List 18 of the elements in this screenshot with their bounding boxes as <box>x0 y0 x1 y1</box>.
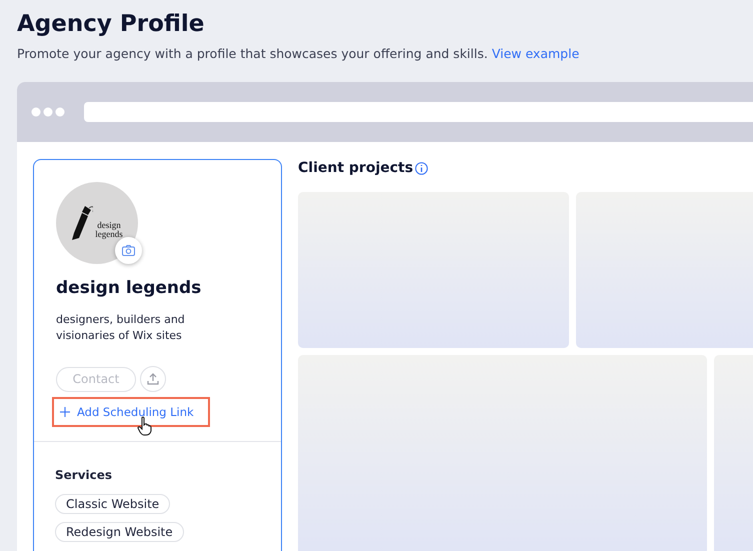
service-tag: Classic Website <box>55 494 170 514</box>
info-icon <box>415 162 428 174</box>
page-subtitle: Promote your agency with a profile that showcases your offering and skills. View example <box>17 45 580 63</box>
agency-logo: design legends <box>56 182 138 264</box>
share-button[interactable] <box>140 366 166 392</box>
add-scheduling-link-button[interactable]: Add Scheduling Link <box>52 397 210 427</box>
agency-description: designers, builders and visionaries of Wix sites <box>56 312 186 344</box>
camera-button[interactable] <box>115 237 142 264</box>
camera-icon <box>122 245 135 256</box>
agency-name: design legends <box>56 278 202 298</box>
page-title: Agency Profile <box>17 10 206 39</box>
dots-icon <box>31 107 65 117</box>
plus-icon <box>60 407 70 417</box>
services-heading: Services <box>55 468 112 482</box>
service-tag: Redesign Website <box>55 522 184 542</box>
upload-icon <box>147 373 159 385</box>
view-example-link[interactable]: View example <box>492 46 580 61</box>
client-projects-heading: Client projects <box>298 160 414 176</box>
